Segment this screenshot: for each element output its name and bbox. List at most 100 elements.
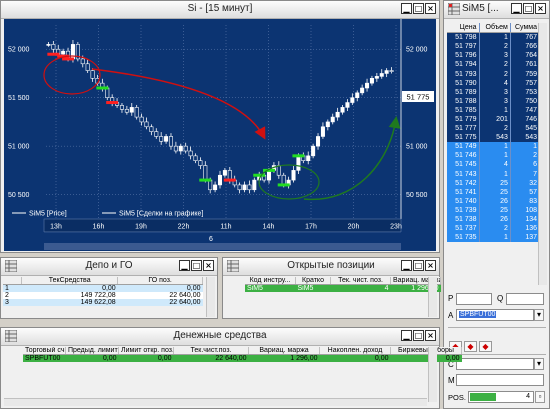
depo-scrollbar[interactable]: [206, 277, 215, 317]
col-price[interactable]: Цена: [447, 23, 480, 34]
book-row-buy[interactable]: 51 749 1 1: [447, 142, 541, 152]
col-var-margin[interactable]: Вариац. маржа: [248, 347, 320, 355]
book-row-buy[interactable]: 51 740 26 83: [447, 196, 541, 206]
minimize-button[interactable]: ▁: [511, 3, 522, 14]
close-button[interactable]: ×: [425, 330, 436, 341]
book-row-sell[interactable]: 51 798 1 767: [447, 32, 541, 43]
book-row-sell[interactable]: 51 793 2 759: [447, 69, 541, 79]
col-account[interactable]: Торговый сч...: [23, 347, 66, 355]
table-row[interactable]: SiM5 SiM5 4 1 296,00: [245, 284, 441, 292]
close-button[interactable]: ×: [425, 3, 436, 14]
y-tick-label-left: 50 500: [8, 192, 30, 199]
candle-body: [345, 102, 350, 108]
pos-value-field: 4: [468, 391, 534, 403]
book-row-sell[interactable]: 51 788 3 750: [447, 96, 541, 106]
col-open-limit[interactable]: Лимит откр. поз.: [118, 347, 174, 355]
chevron-down-icon[interactable]: ▾: [534, 309, 544, 321]
book-row-sell[interactable]: 51 775 543 543: [447, 133, 541, 143]
book-row-buy[interactable]: 51 735 1 137: [447, 233, 541, 243]
sell-icon[interactable]: ◆: [464, 341, 477, 352]
quantity-input[interactable]: [506, 293, 544, 305]
maximize-button[interactable]: □: [523, 3, 534, 14]
m-input[interactable]: [456, 374, 544, 386]
order-book-table[interactable]: Цена Объем Сумма 51 798 1 767 51 797 2 766 51 …: [447, 23, 541, 243]
book-row-buy[interactable]: 51 738 26 134: [447, 214, 541, 225]
candle-body: [124, 109, 129, 113]
positions-scrollbar[interactable]: [428, 277, 437, 317]
close-button[interactable]: ×: [203, 260, 214, 271]
col-code[interactable]: Код инстру...: [245, 277, 296, 285]
chevron-down-icon[interactable]: ▾: [534, 358, 544, 370]
maximize-button[interactable]: □: [191, 260, 202, 271]
money-hscrollbar[interactable]: [4, 398, 427, 406]
col-short[interactable]: Кратко: [295, 277, 331, 285]
minimize-button[interactable]: ▁: [401, 330, 412, 341]
book-row-buy[interactable]: 51 741 25 57: [447, 187, 541, 197]
col-net-pos[interactable]: Тек.чист.поз.: [173, 347, 249, 355]
col-net-pos[interactable]: Тек. чист. поз.: [330, 277, 391, 285]
candle-body: [178, 145, 183, 152]
col-index: [3, 277, 23, 285]
table-row[interactable]: 2 149 722,08 22 640,00: [3, 292, 203, 299]
deal-marker-buy: [292, 154, 305, 158]
maximize-button[interactable]: □: [413, 3, 424, 14]
legend-deals: SiM5 [Сделки на графике]: [119, 211, 203, 218]
book-row-buy[interactable]: 51 742 25 32: [447, 178, 541, 188]
deal-marker-buy: [277, 183, 290, 187]
col-prev-limit[interactable]: Предыд. лимит: [65, 347, 119, 355]
c-select[interactable]: [456, 358, 534, 370]
close-button[interactable]: ×: [535, 3, 546, 14]
deal-marker-sell: [223, 178, 236, 182]
book-row-sell[interactable]: 51 797 2 766: [447, 42, 541, 52]
col-fees[interactable]: Биржевые сборы: [390, 347, 462, 355]
book-row-sell[interactable]: 51 794 2 761: [447, 60, 541, 70]
candle-body: [237, 184, 242, 191]
table-row[interactable]: 1 0,00 0,00: [3, 284, 203, 292]
pos-button[interactable]: ▫: [535, 391, 545, 403]
chart-titlebar: Si - [15 минут] ▁ □ ×: [1, 1, 439, 19]
maximize-button[interactable]: □: [413, 260, 424, 271]
candle-body: [188, 150, 193, 157]
minimize-button[interactable]: ▁: [179, 260, 190, 271]
price-input[interactable]: [456, 293, 492, 305]
book-row-buy[interactable]: 51 745 4 6: [447, 160, 541, 170]
book-scrollbar[interactable]: [538, 23, 547, 285]
col-go[interactable]: ГО поз.: [117, 277, 203, 285]
candle-body: [164, 136, 169, 142]
book-row-buy[interactable]: 51 737 2 136: [447, 224, 541, 234]
book-row-sell[interactable]: 51 779 201 746: [447, 114, 541, 125]
close-button[interactable]: ×: [425, 260, 436, 271]
candle-body: [355, 92, 360, 98]
money-table[interactable]: Торговый сч... Предыд. лимит Лимит откр.…: [23, 347, 462, 362]
cancel-orders-icon[interactable]: ◆: [479, 341, 492, 352]
book-row-sell[interactable]: 51 777 2 545: [447, 124, 541, 134]
candle-body: [335, 111, 340, 118]
candle-body: [51, 44, 56, 50]
book-row-sell[interactable]: 51 790 4 757: [447, 78, 541, 88]
candle-body: [80, 58, 85, 65]
col-sum[interactable]: Сумма: [510, 23, 541, 34]
minimize-button[interactable]: ▁: [401, 260, 412, 271]
money-scrollbar[interactable]: [428, 347, 437, 402]
col-volume[interactable]: Объем: [479, 23, 511, 34]
price-chart[interactable]: 52 00051 50051 00050 500 52 00051 50051 …: [4, 19, 436, 251]
minimize-button[interactable]: ▁: [401, 3, 412, 14]
depo-table[interactable]: ТекСредства ГО поз. 1 0,00 0,00 2 149 72…: [3, 277, 203, 306]
candle-body: [134, 107, 139, 118]
account-select[interactable]: SPBFUT00: [456, 309, 534, 321]
col-cash[interactable]: ТекСредства: [21, 277, 119, 285]
book-row-buy[interactable]: 51 743 1 7: [447, 169, 541, 179]
candle-body: [90, 70, 95, 79]
candle-body: [168, 136, 174, 147]
candle-body: [369, 78, 374, 84]
book-row-sell[interactable]: 51 785 1 747: [447, 105, 541, 115]
book-row-buy[interactable]: 51 739 25 108: [447, 205, 541, 215]
maximize-button[interactable]: □: [413, 330, 424, 341]
book-row-sell[interactable]: 51 796 3 764: [447, 51, 541, 61]
col-accum-income[interactable]: Накоплен. доход: [319, 347, 391, 355]
book-row-sell[interactable]: 51 789 3 753: [447, 87, 541, 97]
positions-table[interactable]: Код инстру... Кратко Тек. чист. поз. Вар…: [245, 277, 441, 292]
table-row[interactable]: 3 149 622,08 22 640,00: [3, 299, 203, 306]
table-row[interactable]: SPBFUT00 0,00 0,00 22 640,00 1 296,00 0,…: [23, 354, 462, 362]
book-row-buy[interactable]: 51 746 1 2: [447, 151, 541, 161]
